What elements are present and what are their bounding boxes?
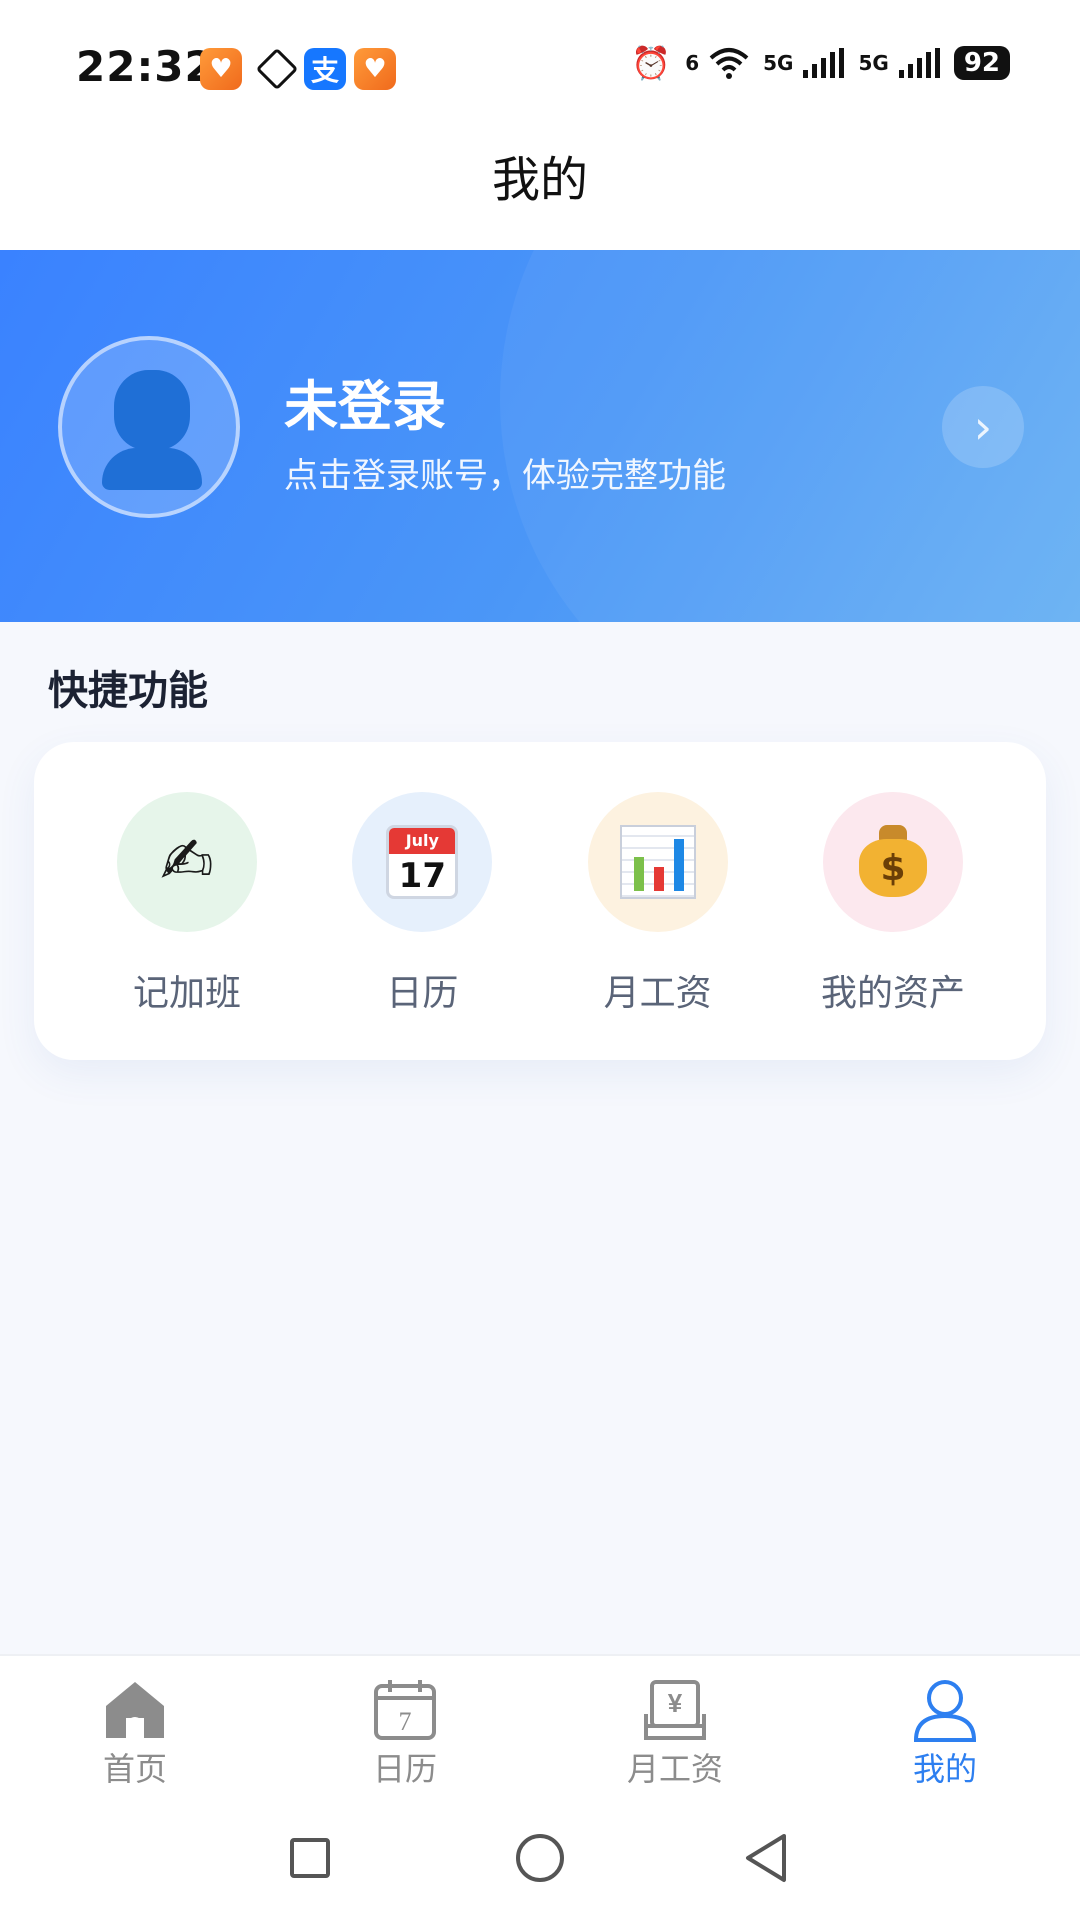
quick-item-label[interactable]: 记加班 [133, 964, 241, 1016]
nav-salary-symbol: ¥ [668, 1688, 683, 1718]
avatar-head-icon [114, 370, 190, 450]
quick-item-salary[interactable]: 月工资 [543, 792, 773, 1060]
network-type-1: 5G [763, 51, 794, 75]
money-bag-icon[interactable]: $ [822, 792, 963, 932]
quick-functions-card: ✍ 记加班 July 17 日历 月工资 $ 我的资产 [34, 742, 1046, 1060]
calendar-month: July [389, 828, 456, 854]
network-type-2: 5G [858, 51, 889, 75]
home-button[interactable] [516, 1834, 564, 1882]
quick-item-calendar[interactable]: July 17 日历 [307, 792, 537, 1060]
writing-hand-icon[interactable]: ✍ [117, 792, 257, 932]
nav-label[interactable]: 首页 [103, 1744, 167, 1790]
nav-label[interactable]: 我的 [913, 1744, 977, 1790]
login-status-title[interactable]: 未登录 [284, 362, 446, 441]
nav-mine[interactable]: 我的 [810, 1656, 1080, 1794]
avatar-body-icon [102, 448, 202, 490]
person-icon[interactable] [912, 1678, 978, 1742]
recents-button[interactable] [290, 1838, 330, 1878]
system-navigation-bar [0, 1794, 1080, 1920]
nav-calendar[interactable]: 7 日历 [270, 1656, 540, 1794]
nav-calendar-day: 7 [399, 1707, 412, 1736]
bottom-navigation: 首页 7 日历 ¥ 月工资 我的 [0, 1654, 1080, 1794]
status-indicators: ⏰ 6 5G 5G 92 [631, 46, 1010, 80]
quick-item-label[interactable]: 日历 [386, 964, 458, 1016]
nav-label[interactable]: 月工资 [627, 1744, 723, 1790]
quick-item-label[interactable]: 月工资 [604, 964, 712, 1016]
salary-icon[interactable]: ¥ [642, 1678, 708, 1742]
bar-chart-icon[interactable] [587, 792, 728, 932]
status-bar: 22:32 ♥ 支 ♥ ⏰ 6 5G 5G 92 [0, 0, 1080, 130]
status-time: 22:32 [76, 42, 215, 91]
calendar-icon[interactable]: 7 [372, 1678, 438, 1742]
nav-salary[interactable]: ¥ 月工资 [540, 1656, 810, 1794]
home-icon[interactable] [102, 1678, 168, 1742]
battery-level: 92 [953, 46, 1010, 80]
alarm-icon: ⏰ [631, 44, 672, 82]
nav-home[interactable]: 首页 [0, 1656, 270, 1794]
quick-item-overtime[interactable]: ✍ 记加班 [72, 792, 302, 1060]
signal-strength-icon-2 [898, 48, 940, 78]
signal-strength-icon-1 [803, 48, 845, 78]
calendar-icon[interactable]: July 17 [352, 792, 493, 932]
back-button[interactable] [744, 1832, 790, 1884]
health-app-notification-icon: ♥ [200, 48, 242, 90]
profile-banner[interactable]: 未登录 点击登录账号，体验完整功能 › [0, 250, 1080, 622]
alipay-notification-icon: 支 [304, 48, 346, 90]
nav-label[interactable]: 日历 [373, 1744, 437, 1790]
calendar-day: 17 [398, 856, 446, 896]
wifi-icon [709, 48, 749, 79]
wifi-6-badge: 6 [685, 51, 700, 75]
money-bag-symbol: $ [858, 839, 927, 897]
login-prompt-text[interactable]: 点击登录账号，体验完整功能 [284, 448, 726, 497]
health-app-notification-icon-2: ♥ [354, 48, 396, 90]
quick-item-assets[interactable]: $ 我的资产 [778, 792, 1008, 1060]
avatar[interactable] [58, 336, 240, 518]
quick-functions-title: 快捷功能 [48, 668, 208, 714]
quick-item-label[interactable]: 我的资产 [821, 964, 965, 1016]
cube-app-notification-icon [255, 47, 299, 91]
page-title: 我的 [0, 150, 1080, 250]
chevron-right-icon[interactable]: › [942, 386, 1024, 468]
